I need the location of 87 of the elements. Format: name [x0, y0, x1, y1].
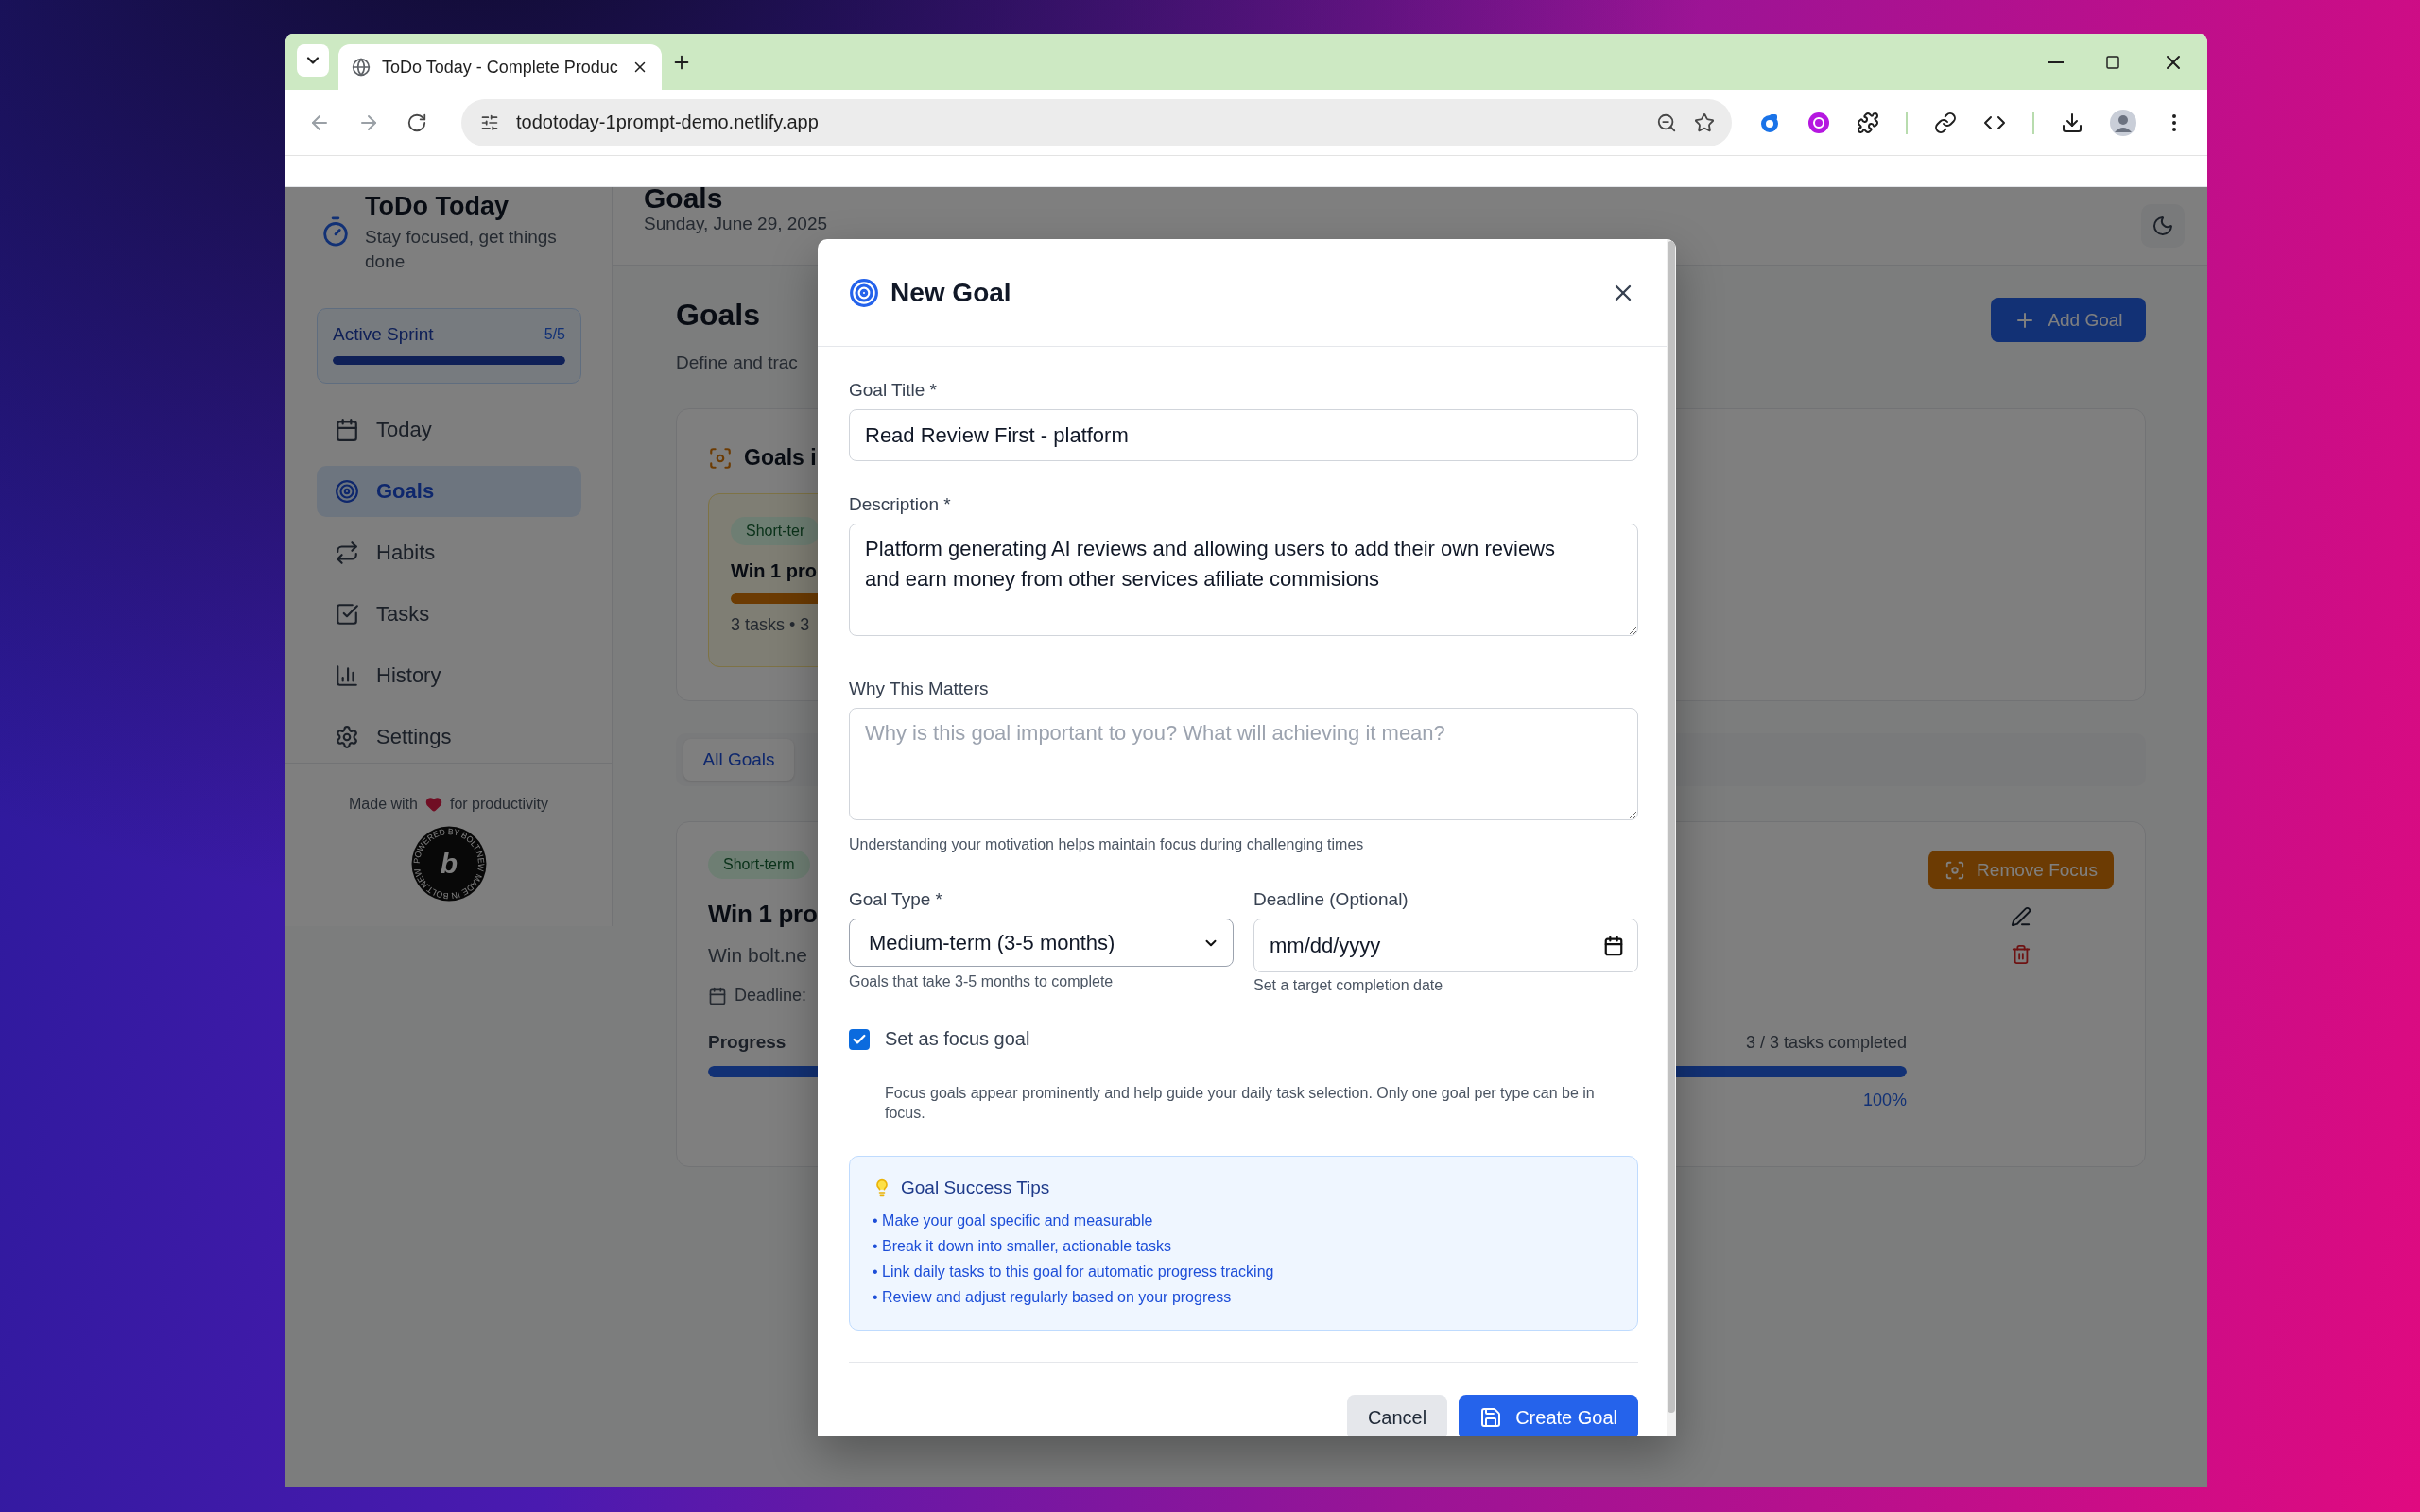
heart-icon — [424, 796, 442, 813]
app-name: ToDo Today — [365, 191, 510, 221]
filter-tab[interactable]: All Goals — [683, 739, 794, 781]
checkbox-icon — [335, 602, 359, 627]
goal-title: Win 1 pro — [708, 900, 818, 929]
link-icon[interactable] — [1934, 111, 1957, 134]
text-area[interactable]: Platform generating AI reviews and allowing users to add their own reviews and earn money from other services afiliate commisions — [849, 524, 1638, 636]
calendar-icon — [708, 986, 727, 1005]
date-field[interactable]: mm/dd/yyyy — [1253, 919, 1638, 972]
create-goal-button[interactable]: Create Goal — [1459, 1395, 1638, 1436]
field-label: Goal Title * — [849, 379, 938, 402]
reload-button[interactable] — [406, 112, 427, 133]
nav-item[interactable]: History — [317, 650, 581, 701]
delete-button[interactable] — [2011, 944, 2031, 965]
progress-label: Progress — [708, 1032, 786, 1053]
extension-icon[interactable] — [1807, 111, 1830, 134]
field-label: Deadline (Optional) — [1253, 888, 1409, 911]
site-settings-icon[interactable] — [480, 112, 499, 132]
tip-item: • Review and adjust regularly based on your progress — [873, 1288, 1233, 1307]
remove-focus-button[interactable]: Remove Focus — [1928, 850, 2114, 889]
deadline-label: Deadline: — [735, 986, 807, 1005]
sprint-label: Active Sprint — [333, 324, 434, 345]
page-title: Goals — [644, 187, 724, 210]
edit-button[interactable] — [2011, 906, 2031, 927]
field-hint: Set a target completion date — [1253, 976, 1444, 995]
focus-checkbox[interactable] — [849, 1028, 870, 1050]
field-hint: Understanding your motivation helps maintain focus during challenging times — [849, 835, 1365, 854]
tip-item: • Make your goal specific and measurable — [873, 1211, 1154, 1230]
goal-meta: 3 tasks • 3 — [731, 615, 810, 635]
text-area[interactable]: Why is this goal important to you? What will achieving it mean? — [849, 708, 1638, 820]
goal-type-tag: Short-term — [708, 850, 810, 879]
select-field[interactable]: Medium-term (3-5 months) — [849, 919, 1234, 967]
minimize-icon — [2048, 60, 2064, 63]
checkbox-label: Set as focus goal — [885, 1028, 1030, 1050]
focus-icon — [1945, 859, 1966, 881]
page-date: Sunday, June 29, 2025 — [644, 214, 828, 234]
nav-item[interactable]: Today — [317, 404, 581, 455]
section-subtitle: Define and trac — [676, 352, 798, 373]
add-goal-button[interactable]: Add Goal — [1991, 298, 2146, 342]
goal-type-tag: Short-ter — [731, 517, 821, 545]
goal-description: Win bolt.ne — [708, 944, 808, 967]
field-label: Goal Type * — [849, 888, 943, 911]
nav-item[interactable]: Tasks — [317, 589, 581, 640]
nav-item[interactable]: Settings — [317, 712, 581, 763]
maximize-icon — [2105, 54, 2120, 70]
address-bar[interactable]: todotoday-1prompt-demo.netlify.app — [461, 98, 1732, 146]
card-title: Goals i — [744, 445, 817, 471]
tab-search-button[interactable] — [297, 44, 329, 77]
calendar-icon — [1603, 935, 1624, 956]
zoom-icon[interactable] — [1656, 112, 1677, 133]
progress-percent: 100% — [1862, 1091, 1907, 1110]
nav-item[interactable]: Habits — [317, 527, 581, 578]
tip-item: • Link daily tasks to this goal for automatic progress tracking — [873, 1263, 1275, 1281]
bookmark-icon[interactable] — [1694, 112, 1715, 133]
field-label: Why This Matters — [849, 678, 990, 700]
globe-icon — [352, 58, 371, 77]
calendar-icon — [335, 418, 359, 442]
target-icon — [335, 479, 359, 504]
browser-tab[interactable]: ToDo Today - Complete Produc — [338, 44, 662, 90]
bar-chart-icon — [335, 663, 359, 688]
extensions-icon[interactable] — [1857, 111, 1879, 134]
scrollbar[interactable] — [1667, 239, 1676, 1436]
field-label: Description * — [849, 493, 952, 516]
download-icon[interactable] — [2061, 111, 2083, 134]
settings-icon — [335, 725, 359, 749]
footer-text: Made with — [349, 796, 418, 813]
text-input[interactable]: Read Review First - platform — [849, 409, 1638, 461]
section-title: Goals — [676, 298, 761, 332]
focus-icon — [708, 445, 733, 471]
app-tagline: Stay focused, get things done — [365, 226, 558, 273]
focus-note: Focus goals appear prominently and help guide your daily task selection. Only one goal per type can be in focus. — [885, 1084, 1596, 1123]
save-icon — [1479, 1406, 1503, 1429]
goal-title: Win 1 pro — [731, 560, 817, 582]
target-icon — [849, 277, 879, 308]
dialog-title: New Goal — [890, 277, 1011, 308]
footer-text: for productivity — [449, 796, 548, 813]
tips-title: Goal Success Tips — [901, 1177, 1050, 1198]
theme-toggle-button[interactable] — [2141, 204, 2185, 248]
avatar-icon[interactable] — [2110, 109, 2136, 136]
moon-icon — [2152, 215, 2174, 237]
sprint-count: 5/5 — [544, 326, 565, 343]
repeat-icon — [335, 541, 359, 565]
progress-count: 3 / 3 tasks completed — [1745, 1032, 1907, 1053]
nav-item[interactable]: Goals — [317, 466, 581, 517]
tip-item: • Break it down into smaller, actionable tasks — [873, 1237, 1172, 1256]
field-hint: Goals that take 3-5 months to complete — [849, 972, 1115, 991]
cancel-button[interactable]: Cancel — [1346, 1395, 1448, 1436]
